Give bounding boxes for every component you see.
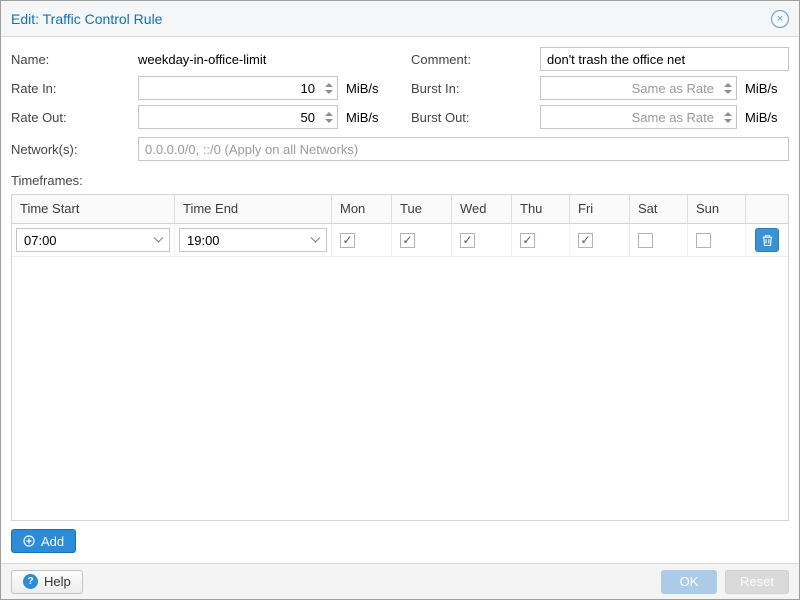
burst-in-spinner xyxy=(720,78,735,98)
timeframes-grid: Time Start Time End Mon Tue Wed Thu Fri … xyxy=(11,194,789,521)
sat-checkbox[interactable] xyxy=(638,233,653,248)
spinner-up-icon[interactable] xyxy=(724,112,732,116)
mon-cell: ✓ xyxy=(332,224,392,256)
rate-out-field: Rate Out: MiB/s xyxy=(11,105,389,129)
rate-in-unit: MiB/s xyxy=(346,81,379,96)
spinner-down-icon[interactable] xyxy=(325,90,333,94)
col-header-fri[interactable]: Fri xyxy=(570,195,630,223)
time-end-value: 19:00 xyxy=(187,233,220,248)
plus-circle-icon xyxy=(23,535,35,547)
col-header-tue[interactable]: Tue xyxy=(392,195,452,223)
sat-cell xyxy=(630,224,688,256)
burst-out-label: Burst Out: xyxy=(411,110,540,125)
burst-out-input[interactable] xyxy=(540,105,737,129)
time-start-combo[interactable]: 07:00 xyxy=(16,228,170,252)
timeframe-row: 07:00 19:00 ✓ ✓ ✓ xyxy=(12,224,788,257)
burst-out-spinner xyxy=(720,107,735,127)
networks-input[interactable] xyxy=(138,137,789,161)
spinner-up-icon[interactable] xyxy=(724,83,732,87)
sun-checkbox[interactable] xyxy=(696,233,711,248)
burst-in-field: Burst In: MiB/s xyxy=(411,76,789,100)
col-header-thu[interactable]: Thu xyxy=(512,195,570,223)
col-header-sun[interactable]: Sun xyxy=(688,195,746,223)
burst-out-field: Burst Out: MiB/s xyxy=(411,105,789,129)
spinner-up-icon[interactable] xyxy=(325,112,333,116)
rate-in-spinner xyxy=(321,78,336,98)
wed-cell: ✓ xyxy=(452,224,512,256)
dialog-footer: ? Help OK Reset xyxy=(1,563,799,599)
dialog-title: Edit: Traffic Control Rule xyxy=(11,11,162,27)
actions-cell xyxy=(746,224,788,256)
help-icon: ? xyxy=(23,574,38,589)
rate-in-label: Rate In: xyxy=(11,81,138,96)
help-button[interactable]: ? Help xyxy=(11,570,83,594)
reset-button[interactable]: Reset xyxy=(725,570,789,594)
spinner-down-icon[interactable] xyxy=(724,119,732,123)
time-start-cell: 07:00 xyxy=(12,224,175,256)
wed-checkbox[interactable]: ✓ xyxy=(460,233,475,248)
rate-out-label: Rate Out: xyxy=(11,110,138,125)
name-value: weekday-in-office-limit xyxy=(138,52,266,67)
delete-row-button[interactable] xyxy=(755,228,779,252)
comment-input[interactable] xyxy=(540,47,789,71)
col-header-wed[interactable]: Wed xyxy=(452,195,512,223)
tue-checkbox[interactable]: ✓ xyxy=(400,233,415,248)
mon-checkbox[interactable]: ✓ xyxy=(340,233,355,248)
dialog-header: Edit: Traffic Control Rule × xyxy=(1,1,799,37)
networks-field: Network(s): xyxy=(11,137,789,161)
edit-traffic-control-rule-dialog: Edit: Traffic Control Rule × Name: weekd… xyxy=(0,0,800,600)
time-end-cell: 19:00 xyxy=(175,224,332,256)
add-row: Add xyxy=(11,529,789,553)
burst-out-unit: MiB/s xyxy=(745,110,778,125)
help-button-label: Help xyxy=(44,574,71,589)
spinner-up-icon[interactable] xyxy=(325,83,333,87)
sun-cell xyxy=(688,224,746,256)
grid-header-row: Time Start Time End Mon Tue Wed Thu Fri … xyxy=(12,195,788,224)
timeframes-label: Timeframes: xyxy=(11,173,789,188)
dialog-body: Name: weekday-in-office-limit Comment: R… xyxy=(1,37,799,563)
col-header-mon[interactable]: Mon xyxy=(332,195,392,223)
grid-empty-area xyxy=(12,257,788,520)
rate-out-spinner xyxy=(321,107,336,127)
col-header-time-end[interactable]: Time End xyxy=(175,195,332,223)
comment-field: Comment: xyxy=(411,47,789,71)
fri-cell: ✓ xyxy=(570,224,630,256)
add-button-label: Add xyxy=(41,534,64,549)
networks-label: Network(s): xyxy=(11,142,138,157)
spinner-down-icon[interactable] xyxy=(724,90,732,94)
time-start-value: 07:00 xyxy=(24,233,57,248)
thu-checkbox[interactable]: ✓ xyxy=(520,233,535,248)
comment-label: Comment: xyxy=(411,52,540,67)
form-grid: Name: weekday-in-office-limit Comment: R… xyxy=(11,47,789,129)
spinner-down-icon[interactable] xyxy=(325,119,333,123)
chevron-down-icon[interactable] xyxy=(311,232,321,242)
col-header-time-start[interactable]: Time Start xyxy=(12,195,175,223)
tue-cell: ✓ xyxy=(392,224,452,256)
rate-out-unit: MiB/s xyxy=(346,110,379,125)
add-button[interactable]: Add xyxy=(11,529,76,553)
rate-in-field: Rate In: MiB/s xyxy=(11,76,389,100)
name-field: Name: weekday-in-office-limit xyxy=(11,47,389,71)
burst-in-input[interactable] xyxy=(540,76,737,100)
close-icon[interactable]: × xyxy=(771,10,789,28)
fri-checkbox[interactable]: ✓ xyxy=(578,233,593,248)
col-header-actions xyxy=(746,195,788,223)
time-end-combo[interactable]: 19:00 xyxy=(179,228,327,252)
ok-button[interactable]: OK xyxy=(661,570,717,594)
thu-cell: ✓ xyxy=(512,224,570,256)
name-label: Name: xyxy=(11,52,138,67)
rate-in-input[interactable] xyxy=(138,76,338,100)
rate-out-input[interactable] xyxy=(138,105,338,129)
trash-icon xyxy=(761,234,774,247)
col-header-sat[interactable]: Sat xyxy=(630,195,688,223)
burst-in-unit: MiB/s xyxy=(745,81,778,96)
chevron-down-icon[interactable] xyxy=(154,232,164,242)
burst-in-label: Burst In: xyxy=(411,81,540,96)
